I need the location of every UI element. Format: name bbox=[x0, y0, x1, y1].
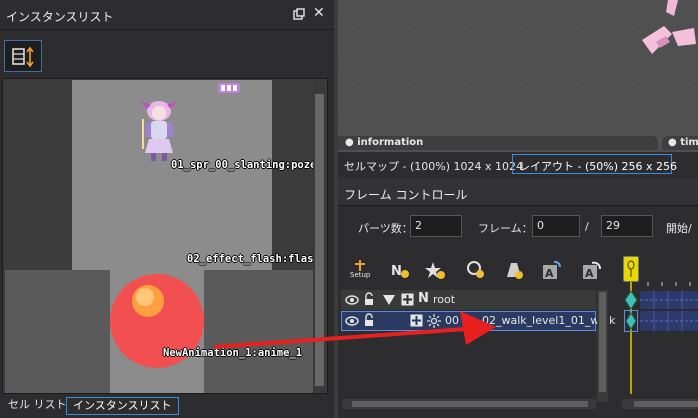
parts-count-label: パーツ数： bbox=[358, 222, 413, 235]
tab-cell-list[interactable]: セル リスト bbox=[2, 397, 73, 415]
effect-instance-label: 02_effect_flash:flash bbox=[187, 253, 320, 265]
layer-list-scrollbar-thumb[interactable] bbox=[599, 292, 606, 392]
sort-toggle-button[interactable] bbox=[4, 40, 42, 72]
add-effect-icon[interactable] bbox=[425, 259, 447, 281]
keyframe-icon[interactable] bbox=[625, 291, 637, 309]
keyframe-selected-icon[interactable] bbox=[624, 310, 638, 332]
logo-mark-icon bbox=[218, 83, 240, 93]
start-label: 開始/ bbox=[666, 222, 692, 235]
add-bone-icon[interactable]: A bbox=[580, 259, 602, 281]
canvas-block bbox=[5, 80, 72, 270]
frame-separator: / bbox=[585, 220, 589, 233]
add-joint-icon[interactable]: A bbox=[540, 259, 562, 281]
svg-text:N: N bbox=[391, 264, 402, 279]
playhead-marker-icon bbox=[627, 260, 635, 277]
app-window: インスタンスリスト ✕ 01_spr_00_slanting:poze 02_e… bbox=[0, 0, 698, 418]
layer-name-walk: 02_walk_level1_01_walk bbox=[482, 314, 616, 327]
sprite-fragment-icon bbox=[642, 0, 696, 54]
sprite-character-icon[interactable] bbox=[137, 99, 181, 163]
float-window-icon[interactable] bbox=[293, 8, 305, 20]
information-text: information bbox=[357, 137, 424, 148]
frame-total-field[interactable]: 29 bbox=[601, 215, 653, 237]
new-part-icon[interactable]: N bbox=[389, 259, 411, 281]
cellmap-canvas[interactable] bbox=[338, 0, 698, 152]
cellmap-status-text: セルマップ - (100%) 1024 x 1024 bbox=[344, 160, 523, 173]
timeline-info-text: tim bbox=[680, 137, 698, 148]
left-panel-tabs: セル リスト インスタンスリスト bbox=[0, 395, 334, 418]
information-label: ● information bbox=[345, 137, 424, 148]
timeline-info-label: ● tim bbox=[668, 137, 698, 148]
panel-title: インスタンスリスト bbox=[6, 10, 114, 24]
svg-text:A: A bbox=[585, 267, 594, 280]
frame-current-field[interactable]: 0 bbox=[532, 215, 580, 237]
playhead-handle[interactable] bbox=[623, 256, 639, 282]
null-part-icon: N bbox=[418, 291, 429, 306]
list-sort-icon bbox=[12, 46, 34, 68]
add-mask-icon[interactable] bbox=[503, 259, 525, 281]
layer-horizontal-scrollbar-thumb[interactable] bbox=[352, 401, 588, 407]
timeline-track-root[interactable] bbox=[640, 291, 698, 309]
setup-button[interactable]: Setup bbox=[349, 259, 371, 281]
parts-count-field[interactable]: 2 bbox=[410, 215, 462, 237]
annotation-arrow-icon bbox=[213, 311, 496, 349]
canvas-block bbox=[5, 270, 110, 393]
timeline-horizontal-scrollbar-thumb[interactable] bbox=[634, 401, 698, 407]
setup-label: Setup bbox=[350, 271, 371, 279]
frame-label: フレーム： bbox=[478, 222, 533, 235]
timeline-cells bbox=[640, 311, 698, 331]
svg-text:A: A bbox=[545, 267, 554, 280]
canvas-block bbox=[272, 80, 313, 270]
timeline-cells bbox=[640, 291, 698, 309]
layout-status-text: レイアウト - (50%) 256 x 256 bbox=[519, 160, 677, 173]
lock-icon[interactable] bbox=[363, 292, 375, 306]
add-instance-icon[interactable] bbox=[465, 259, 487, 281]
tab-instance-list[interactable]: インスタンスリスト bbox=[66, 397, 179, 415]
timeline-track-walk[interactable] bbox=[640, 311, 698, 331]
frame-control-title: フレーム コントロール bbox=[344, 188, 468, 202]
sprite-instance-label: 01_spr_00_slanting:poze bbox=[171, 159, 317, 171]
close-icon[interactable]: ✕ bbox=[313, 6, 327, 20]
